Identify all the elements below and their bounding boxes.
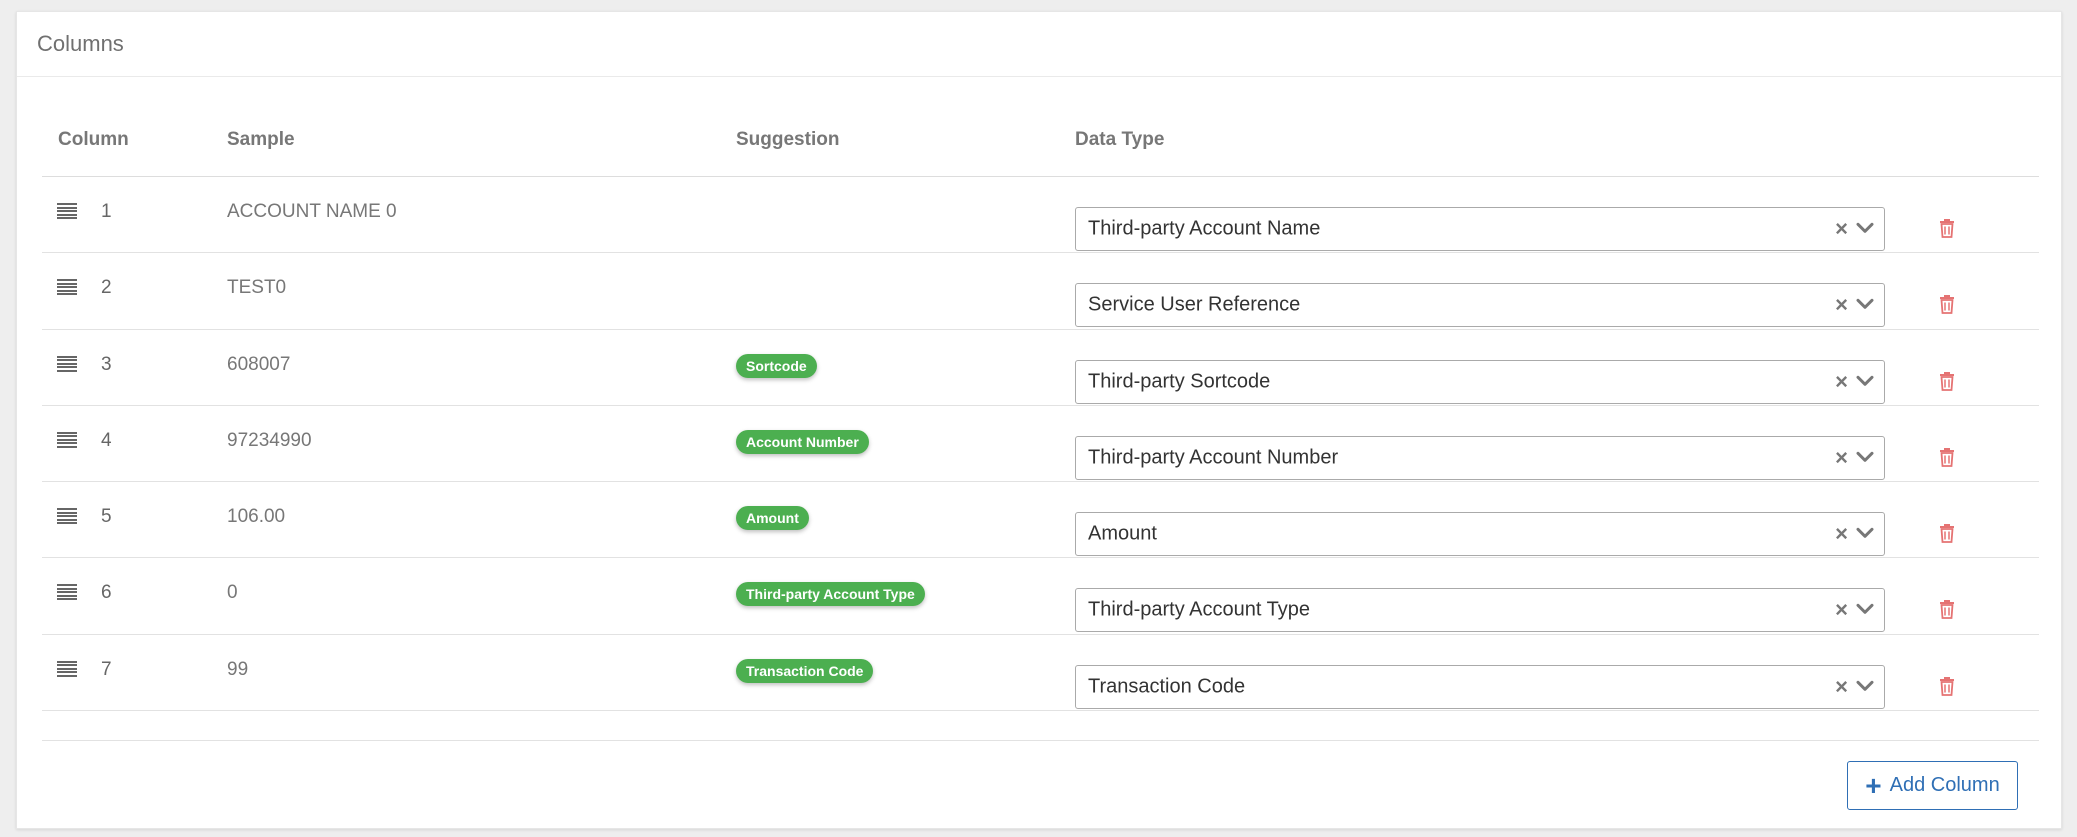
sample-value: 97234990: [227, 429, 312, 451]
column-number: 3: [101, 353, 112, 375]
data-type-select[interactable]: Service User Reference ×: [1075, 283, 1885, 328]
clear-icon[interactable]: ×: [1835, 599, 1848, 621]
table-header: Column Sample Suggestion Data Type: [42, 77, 2039, 177]
suggestion-badge: Amount: [736, 506, 809, 531]
drag-handle-icon[interactable]: [57, 508, 77, 525]
data-type-value: Third-party Account Name: [1088, 217, 1321, 240]
data-type-value: Third-party Sortcode: [1088, 370, 1271, 393]
table-row: 1 ACCOUNT NAME 0 Third-party Account Nam…: [42, 177, 2039, 254]
drag-handle-icon[interactable]: [57, 660, 77, 677]
clear-icon[interactable]: ×: [1835, 446, 1848, 469]
column-number: 5: [101, 506, 112, 528]
data-type-value: Transaction Code: [1088, 675, 1246, 698]
trash-icon[interactable]: [1939, 371, 1955, 391]
data-type-value: Third-party Account Number: [1088, 446, 1339, 469]
data-type-value: Amount: [1088, 522, 1157, 545]
data-type-select[interactable]: Third-party Account Type ×: [1075, 588, 1885, 633]
table-body: 1 ACCOUNT NAME 0 Third-party Account Nam…: [42, 177, 2039, 712]
sample-value: ACCOUNT NAME 0: [227, 201, 397, 222]
chevron-down-icon: [1856, 680, 1874, 691]
trash-icon[interactable]: [1939, 218, 1955, 238]
chevron-down-icon: [1856, 527, 1874, 538]
column-number: 1: [101, 201, 112, 222]
data-type-select[interactable]: Third-party Account Name ×: [1075, 207, 1885, 251]
chevron-down-icon: [1856, 451, 1874, 462]
chevron-down-icon: [1856, 375, 1874, 386]
data-type-select[interactable]: Amount ×: [1075, 512, 1885, 557]
chevron-down-icon: [1856, 299, 1874, 310]
trash-icon[interactable]: [1939, 447, 1955, 467]
add-column-label: Add Column: [1889, 774, 2000, 796]
drag-handle-icon[interactable]: [57, 203, 77, 219]
card-title: Columns: [17, 12, 2061, 77]
columns-card: Columns Column Sample Suggestion Data Ty…: [16, 11, 2062, 829]
table-row: 2 TEST0 Service User Reference ×: [42, 253, 2039, 330]
suggestion-badge: Transaction Code: [736, 658, 874, 683]
columns-table: Column Sample Suggestion Data Type 1 ACC…: [42, 77, 2039, 712]
data-type-value: Third-party Account Type: [1088, 598, 1310, 621]
sample-value: 106.00: [227, 506, 286, 528]
trash-icon[interactable]: [1939, 294, 1955, 315]
add-column-button[interactable]: + Add Column: [1847, 761, 2018, 810]
plus-icon: +: [1865, 769, 1882, 801]
sample-value: 0: [227, 582, 238, 604]
column-number: 7: [101, 658, 112, 680]
table-row: 3 608007 Sortcode Third-party Sortcode ×: [42, 330, 2039, 406]
clear-icon[interactable]: ×: [1835, 370, 1848, 393]
header-data-type: Data Type: [1075, 129, 1165, 150]
column-number: 4: [101, 429, 112, 451]
data-type-select[interactable]: Transaction Code ×: [1075, 664, 1885, 709]
header-suggestion: Suggestion: [736, 129, 840, 150]
clear-icon[interactable]: ×: [1835, 218, 1848, 240]
table-row: 6 0 Third-party Account Type Third-party…: [42, 558, 2039, 635]
trash-icon[interactable]: [1939, 599, 1955, 620]
drag-handle-icon[interactable]: [57, 355, 77, 372]
table-row: 4 97234990 Account Number Third-party Ac…: [42, 406, 2039, 483]
table-row: 7 99 Transaction Code Transaction Code ×: [42, 635, 2039, 712]
sample-value: 608007: [227, 353, 291, 375]
drag-handle-icon[interactable]: [57, 279, 77, 296]
header-sample: Sample: [227, 129, 295, 150]
sample-value: TEST0: [227, 277, 287, 299]
footer-divider: [42, 740, 2039, 741]
drag-handle-icon[interactable]: [57, 584, 77, 601]
suggestion-badge: Sortcode: [736, 353, 817, 378]
header-column: Column: [58, 129, 129, 150]
trash-icon[interactable]: [1939, 523, 1955, 544]
data-type-select[interactable]: Third-party Sortcode ×: [1075, 359, 1885, 404]
table-row: 5 106.00 Amount Amount ×: [42, 482, 2039, 559]
drag-handle-icon[interactable]: [57, 431, 77, 448]
clear-icon[interactable]: ×: [1835, 675, 1848, 698]
clear-icon[interactable]: ×: [1835, 523, 1848, 545]
chevron-down-icon: [1856, 604, 1874, 615]
suggestion-badge: Account Number: [736, 429, 869, 454]
chevron-down-icon: [1856, 222, 1874, 233]
sample-value: 99: [227, 658, 249, 680]
column-number: 6: [101, 582, 112, 604]
suggestion-badge: Third-party Account Type: [736, 582, 925, 607]
data-type-select[interactable]: Third-party Account Number ×: [1075, 435, 1885, 480]
trash-icon[interactable]: [1939, 676, 1955, 696]
data-type-value: Service User Reference: [1088, 293, 1301, 316]
clear-icon[interactable]: ×: [1835, 294, 1848, 316]
column-number: 2: [101, 277, 112, 299]
